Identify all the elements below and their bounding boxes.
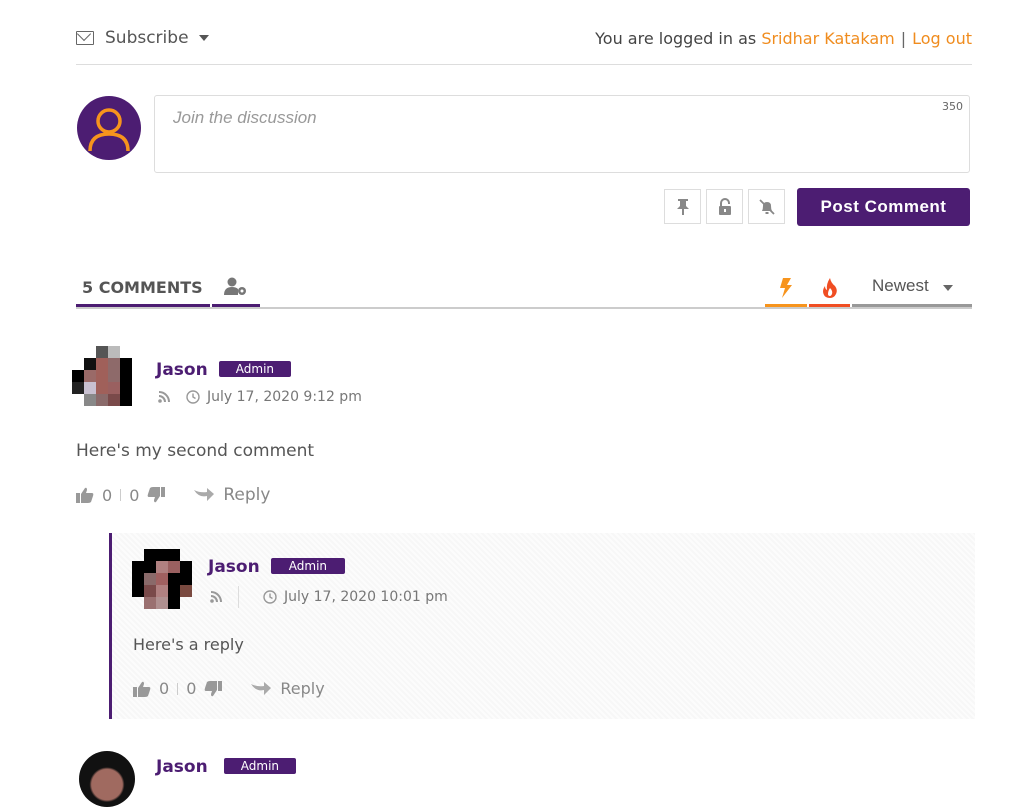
logout-link[interactable]: Log out (912, 29, 972, 48)
tab-thread-users[interactable] (212, 270, 260, 307)
admin-badge: Admin (218, 361, 292, 377)
close-thread-button[interactable] (706, 189, 743, 224)
bolt-icon (780, 278, 792, 298)
envelope-icon (76, 31, 94, 45)
reply-actions: 0 0 Reply (133, 679, 325, 698)
user-profile-link[interactable]: Sridhar Katakam (761, 29, 894, 48)
vote-divider (177, 682, 179, 695)
post-comment-button[interactable]: Post Comment (797, 188, 970, 226)
user-settings-icon (224, 277, 246, 295)
thumbs-down-icon[interactable] (204, 680, 223, 697)
caret-down-icon (943, 285, 954, 291)
rss-icon (210, 591, 222, 603)
admin-badge: Admin (270, 558, 346, 574)
notification-off-icon (758, 198, 775, 215)
thumbs-up-icon[interactable] (133, 681, 151, 697)
comment-header: Jason Admin (156, 757, 297, 777)
reply-arrow-icon (251, 681, 272, 695)
like-count: 0 (102, 485, 113, 505)
comment-avatar (72, 346, 132, 406)
thumbs-up-icon[interactable] (76, 487, 94, 503)
login-prefix: You are logged in as (595, 29, 757, 48)
user-icon (88, 108, 130, 152)
reply-button[interactable]: Reply (193, 485, 270, 505)
unlock-icon (718, 197, 731, 215)
pixelated-avatar-image (132, 549, 192, 609)
subscribe-label: Subscribe (105, 28, 189, 48)
reply-meta: July 17, 2020 10:01 pm (209, 586, 448, 608)
comments-tabs: 5 COMMENTS Newest (76, 270, 972, 309)
char-counter: 350 (942, 100, 963, 113)
current-user-avatar (77, 96, 141, 160)
meta-divider (238, 586, 239, 608)
notifications-button[interactable] (748, 189, 785, 224)
top-bar: Subscribe You are logged in as Sridhar K… (76, 22, 972, 65)
admin-badge: Admin (223, 758, 297, 774)
thumbs-down-icon[interactable] (147, 487, 166, 503)
subscribe-dropdown[interactable]: Subscribe (76, 28, 209, 48)
comment-placeholder: Join the discussion (173, 108, 317, 127)
rss-icon (158, 391, 170, 403)
reply-arrow-icon (194, 488, 215, 501)
sort-label: Newest (872, 276, 929, 295)
reply-author[interactable]: Jason (208, 557, 260, 577)
tab-hottest[interactable] (809, 270, 850, 307)
reply-avatar (132, 549, 192, 609)
fire-icon (822, 278, 837, 298)
comment-author[interactable]: Jason (156, 360, 208, 380)
comments-count-label: 5 COMMENTS (82, 278, 203, 297)
comment-textarea[interactable]: Join the discussion 350 (154, 95, 970, 173)
clock-icon (186, 390, 200, 404)
comment-text: Here's my second comment (76, 441, 315, 461)
tab-comments[interactable]: 5 COMMENTS (76, 270, 210, 307)
reply-label: Reply (223, 485, 271, 505)
pixelated-avatar-image (72, 346, 132, 406)
reply-header: Jason Admin (208, 557, 346, 577)
pin-icon (676, 198, 689, 215)
reply-date[interactable]: July 17, 2020 10:01 pm (284, 589, 448, 605)
comment-meta: July 17, 2020 9:12 pm (157, 389, 362, 405)
dislike-count: 0 (186, 679, 197, 698)
dislike-count: 0 (129, 485, 140, 505)
sort-dropdown[interactable]: Newest (852, 270, 972, 307)
login-status: You are logged in as Sridhar Katakam | Log… (595, 29, 972, 48)
comment-avatar (79, 751, 135, 807)
reply-button[interactable]: Reply (250, 679, 325, 698)
vote-divider (120, 489, 122, 501)
tab-most-reacted[interactable] (765, 270, 807, 307)
sticky-toggle-button[interactable] (664, 189, 701, 224)
clock-icon (263, 590, 277, 604)
like-count: 0 (159, 679, 170, 698)
comment-date[interactable]: July 17, 2020 9:12 pm (207, 389, 362, 405)
login-separator: | (900, 29, 907, 48)
comment-actions: 0 0 Reply (76, 485, 270, 505)
comment-header: Jason Admin (156, 360, 292, 380)
comment-author[interactable]: Jason (156, 757, 208, 777)
reply-label: Reply (280, 679, 325, 698)
caret-down-icon (198, 35, 209, 41)
reply-text: Here's a reply (133, 635, 244, 654)
